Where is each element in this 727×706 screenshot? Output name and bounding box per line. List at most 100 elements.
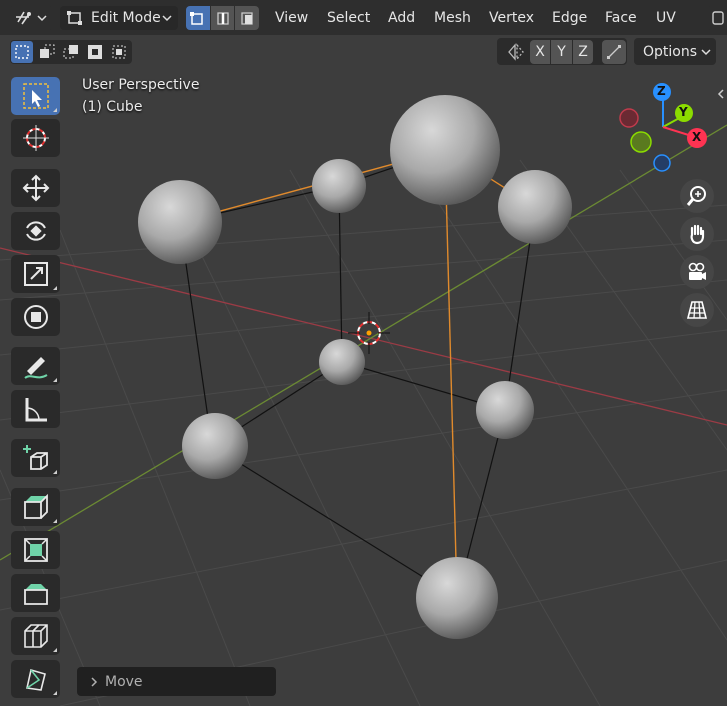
select-box-tool[interactable] — [11, 77, 60, 115]
annotate-tool[interactable] — [11, 347, 60, 385]
knife-icon — [25, 668, 46, 691]
gizmo-z-label: Z — [657, 84, 666, 98]
mode-selector[interactable]: Edit Mode — [60, 6, 178, 30]
last-operator-label: Move — [105, 673, 143, 690]
3d-cursor-icon — [22, 125, 49, 151]
topology-mirror-icon — [607, 45, 621, 59]
loop-cut-tool[interactable] — [11, 617, 60, 655]
edge-select-icon — [216, 12, 229, 25]
menu-edge[interactable]: Edge — [552, 8, 587, 28]
move-tool[interactable] — [11, 169, 60, 207]
select-subtract-button[interactable] — [60, 41, 82, 63]
object-name: (1) Cube — [82, 99, 143, 115]
chevron-down-icon — [701, 48, 711, 55]
menu-add[interactable]: Add — [388, 8, 415, 28]
mirror-z-label: Z — [578, 44, 588, 60]
menu-uv[interactable]: UV — [656, 8, 676, 28]
tool-settings-row: X Y Z Options — [0, 35, 727, 65]
face-select-icon — [241, 12, 253, 25]
measure-tool[interactable] — [11, 390, 60, 428]
header-overflow-button[interactable] — [707, 6, 727, 30]
topology-mirror-button[interactable] — [602, 40, 626, 64]
sidebar-toggle[interactable] — [714, 84, 727, 104]
mode-label: Edit Mode — [91, 10, 161, 26]
chevron-down-icon — [162, 15, 172, 22]
camera-view-button[interactable] — [680, 255, 714, 289]
ruler-icon — [25, 398, 47, 422]
grid-icon — [686, 301, 708, 319]
bevel-icon — [23, 584, 48, 605]
scroll-icon — [712, 11, 724, 25]
menu-view[interactable]: View — [275, 8, 308, 28]
sphere — [498, 170, 572, 244]
mirror-x-button[interactable]: X — [530, 40, 550, 64]
zoom-button[interactable] — [680, 179, 714, 213]
cursor-tool[interactable] — [11, 119, 60, 157]
rotate-tool[interactable] — [11, 212, 60, 250]
bevel-tool[interactable] — [11, 574, 60, 612]
select-extend-icon — [40, 44, 55, 58]
select-intersect-button[interactable] — [108, 41, 130, 63]
sphere — [416, 557, 498, 639]
chevron-right-icon — [91, 676, 98, 687]
sphere — [476, 381, 534, 439]
sphere — [319, 339, 365, 385]
hand-icon — [690, 224, 705, 245]
select-box-icon — [22, 83, 49, 109]
edge-select-mode-button[interactable] — [211, 6, 234, 30]
neg-y-axis-ball — [630, 131, 652, 153]
inset-icon — [23, 538, 48, 562]
view-name: User Perspective — [82, 77, 200, 93]
menu-mesh[interactable]: Mesh — [434, 8, 471, 28]
select-invert-button[interactable] — [84, 41, 106, 63]
face-select-mode-button[interactable] — [235, 6, 259, 30]
add-cube-tool[interactable] — [11, 439, 60, 477]
scale-tool[interactable] — [11, 255, 60, 293]
chevron-left-icon — [717, 89, 724, 99]
mirror-icon — [508, 43, 524, 61]
edit-mode-icon — [67, 11, 82, 25]
pan-button[interactable] — [680, 217, 714, 251]
selection-mode-group — [10, 40, 132, 64]
neg-z-axis-ball — [653, 154, 671, 172]
editor-type-button[interactable] — [9, 6, 53, 30]
mirror-toggle[interactable] — [505, 41, 527, 63]
menu-vertex[interactable]: Vertex — [489, 8, 534, 28]
mirror-y-label: Y — [557, 44, 566, 60]
pencil-icon — [23, 357, 48, 379]
gizmo-y-label: Y — [679, 105, 688, 119]
loop-cut-icon — [23, 624, 48, 648]
transform-tool[interactable] — [11, 298, 60, 336]
extrude-tool[interactable] — [11, 488, 60, 526]
last-operator-panel[interactable]: Move — [77, 667, 276, 696]
menu-select[interactable]: Select — [327, 8, 370, 28]
vertex-select-icon — [190, 12, 203, 25]
gizmo-x-label: X — [692, 130, 702, 144]
mirror-x-label: X — [535, 44, 545, 60]
transform-icon — [23, 305, 48, 329]
select-intersect-icon — [112, 45, 126, 59]
sphere — [312, 159, 366, 213]
vertex-select-mode-button[interactable] — [186, 6, 210, 30]
select-subtract-icon — [63, 45, 78, 59]
camera-icon — [688, 262, 706, 280]
mirror-z-button[interactable]: Z — [573, 40, 593, 64]
select-new-icon — [15, 45, 29, 59]
rotate-icon — [25, 221, 46, 241]
options-dropdown[interactable]: Options — [634, 38, 716, 65]
zoom-icon — [686, 186, 706, 206]
options-label: Options — [643, 43, 698, 60]
sphere — [390, 95, 500, 205]
menu-face[interactable]: Face — [605, 8, 637, 28]
select-set-button[interactable] — [11, 41, 33, 63]
add-cube-icon — [22, 445, 48, 470]
sphere — [138, 180, 222, 264]
mirror-y-button[interactable]: Y — [551, 40, 572, 64]
viewport-header: Edit Mode View Select Add Mesh Vertex Ed… — [0, 0, 727, 35]
knife-tool[interactable] — [11, 660, 60, 698]
select-extend-button[interactable] — [36, 41, 58, 63]
extrude-icon — [23, 493, 48, 519]
inset-tool[interactable] — [11, 531, 60, 569]
perspective-toggle-button[interactable] — [680, 293, 714, 327]
scale-icon — [23, 262, 48, 286]
